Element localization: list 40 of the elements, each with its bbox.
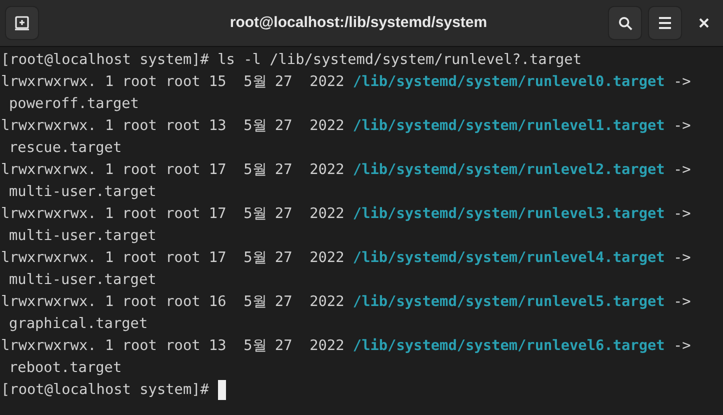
arrow-text: -> xyxy=(673,338,691,354)
arrow-text: -> xyxy=(673,294,691,310)
link-target: graphical.target xyxy=(9,316,148,332)
link-target: multi-user.target xyxy=(9,184,156,200)
arrow-text: -> xyxy=(673,118,691,134)
window-title: root@localhost:/lib/systemd/system xyxy=(228,12,488,33)
command-text: ls -l /lib/systemd/system/runlevel?.target xyxy=(218,52,582,68)
close-icon xyxy=(699,18,709,28)
symlink-path: /lib/systemd/system/runlevel1.target xyxy=(352,118,665,134)
text-cursor xyxy=(218,380,226,400)
symlink-path: /lib/systemd/system/runlevel4.target xyxy=(352,250,665,266)
file-info: lrwxrwxrwx. 1 root root 17 5월 27 2022 xyxy=(1,250,344,266)
search-button[interactable] xyxy=(608,6,642,40)
symlink-path: /lib/systemd/system/runlevel0.target xyxy=(352,74,665,90)
symlink-path: /lib/systemd/system/runlevel5.target xyxy=(352,294,665,310)
file-info: lrwxrwxrwx. 1 root root 17 5월 27 2022 xyxy=(1,162,344,178)
link-target: multi-user.target xyxy=(9,228,156,244)
arrow-text: -> xyxy=(673,206,691,222)
file-info: lrwxrwxrwx. 1 root root 16 5월 27 2022 xyxy=(1,294,344,310)
link-target: multi-user.target xyxy=(9,272,156,288)
arrow-text: -> xyxy=(673,162,691,178)
symlink-path: /lib/systemd/system/runlevel2.target xyxy=(352,162,665,178)
menu-icon xyxy=(658,17,672,29)
arrow-text: -> xyxy=(673,250,691,266)
link-target: reboot.target xyxy=(9,360,122,376)
file-info: lrwxrwxrwx. 1 root root 13 5월 27 2022 xyxy=(1,338,344,354)
new-tab-button[interactable] xyxy=(5,6,39,40)
new-tab-icon xyxy=(14,15,30,31)
shell-prompt: [root@localhost system]# xyxy=(1,381,209,400)
menu-button[interactable] xyxy=(648,6,682,40)
symlink-path: /lib/systemd/system/runlevel6.target xyxy=(352,338,665,354)
arrow-text: -> xyxy=(673,74,691,90)
file-info: lrwxrwxrwx. 1 root root 17 5월 27 2022 xyxy=(1,206,344,222)
link-target: rescue.target xyxy=(9,140,122,156)
file-info: lrwxrwxrwx. 1 root root 13 5월 27 2022 xyxy=(1,118,344,134)
file-info: lrwxrwxrwx. 1 root root 15 5월 27 2022 xyxy=(1,74,344,90)
symlink-path: /lib/systemd/system/runlevel3.target xyxy=(352,206,665,222)
link-target: poweroff.target xyxy=(9,96,139,112)
search-icon xyxy=(618,16,632,30)
shell-prompt: [root@localhost system]# xyxy=(1,52,209,68)
